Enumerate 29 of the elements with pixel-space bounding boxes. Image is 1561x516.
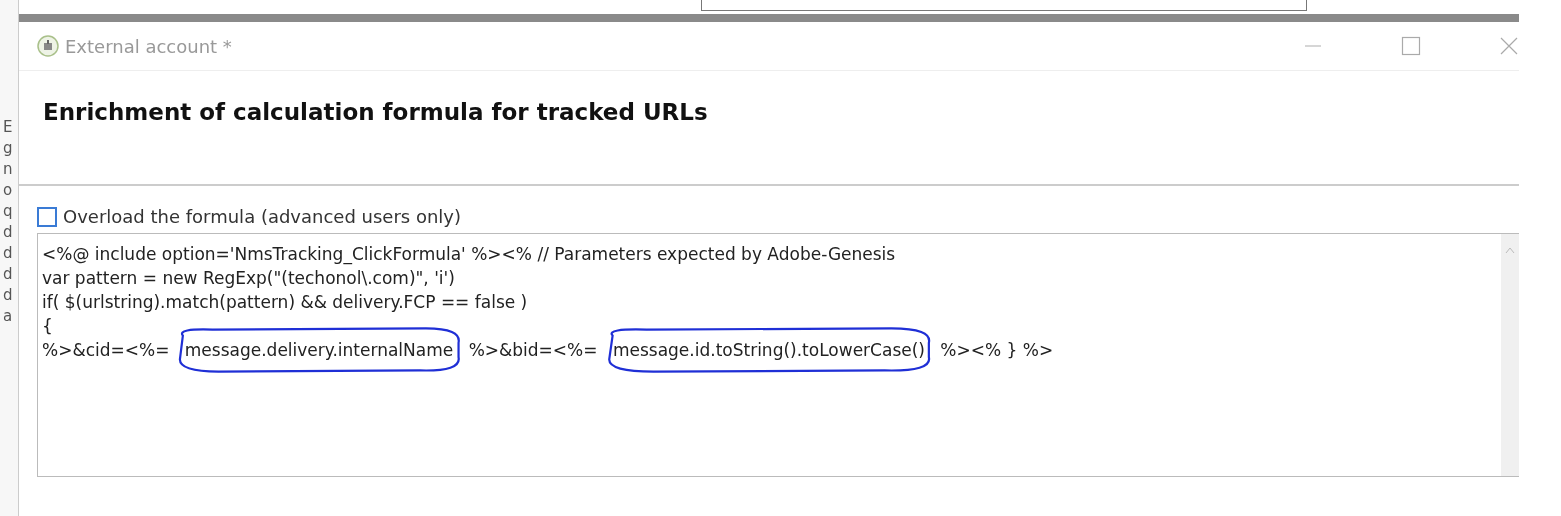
- app-icon: [37, 35, 59, 57]
- code-text: message.id.toString().toLowerCase(): [612, 340, 925, 360]
- section-heading: Enrichment of calculation formula for tracked URLs: [43, 99, 708, 125]
- code-text: {: [42, 315, 53, 338]
- code-text: if( $(urlstring).match(pattern) && delivery.FCP == false ): [42, 291, 528, 314]
- maximize-icon[interactable]: [1401, 36, 1421, 56]
- checkbox[interactable]: [37, 206, 57, 227]
- code-editor[interactable]: [37, 233, 1519, 477]
- background-text: q: [2, 202, 14, 221]
- code-text: <%@ include option='NmsTracking_ClickFormula' %><% // Parameters expected by Adobe-Genesis: [42, 243, 896, 266]
- background-text: o: [2, 181, 14, 200]
- code-text: %>&cid=<%=: [42, 339, 171, 362]
- background-text: E: [2, 118, 14, 137]
- code-text: message.delivery.internalName: [184, 340, 454, 360]
- checkbox-label: Overload the formula (advanced users only): [63, 206, 462, 227]
- background-text: d: [2, 286, 14, 305]
- background-text: d: [2, 223, 14, 242]
- background-text: a: [2, 307, 14, 326]
- background-text: n: [2, 160, 14, 179]
- window-title: External account *: [65, 35, 232, 57]
- background-text: d: [2, 265, 14, 284]
- scrollbar[interactable]: [1501, 234, 1519, 476]
- scroll-up-icon[interactable]: [1505, 246, 1515, 254]
- background-text: d: [2, 244, 14, 263]
- code-text: %>&bid=<%=: [467, 339, 599, 362]
- background-text: g: [2, 139, 14, 158]
- code-text: %><% } %>: [939, 339, 1054, 362]
- close-icon[interactable]: [1499, 36, 1519, 56]
- code-text: var pattern = new RegExp("(techonol\.com)", 'i'): [42, 267, 455, 290]
